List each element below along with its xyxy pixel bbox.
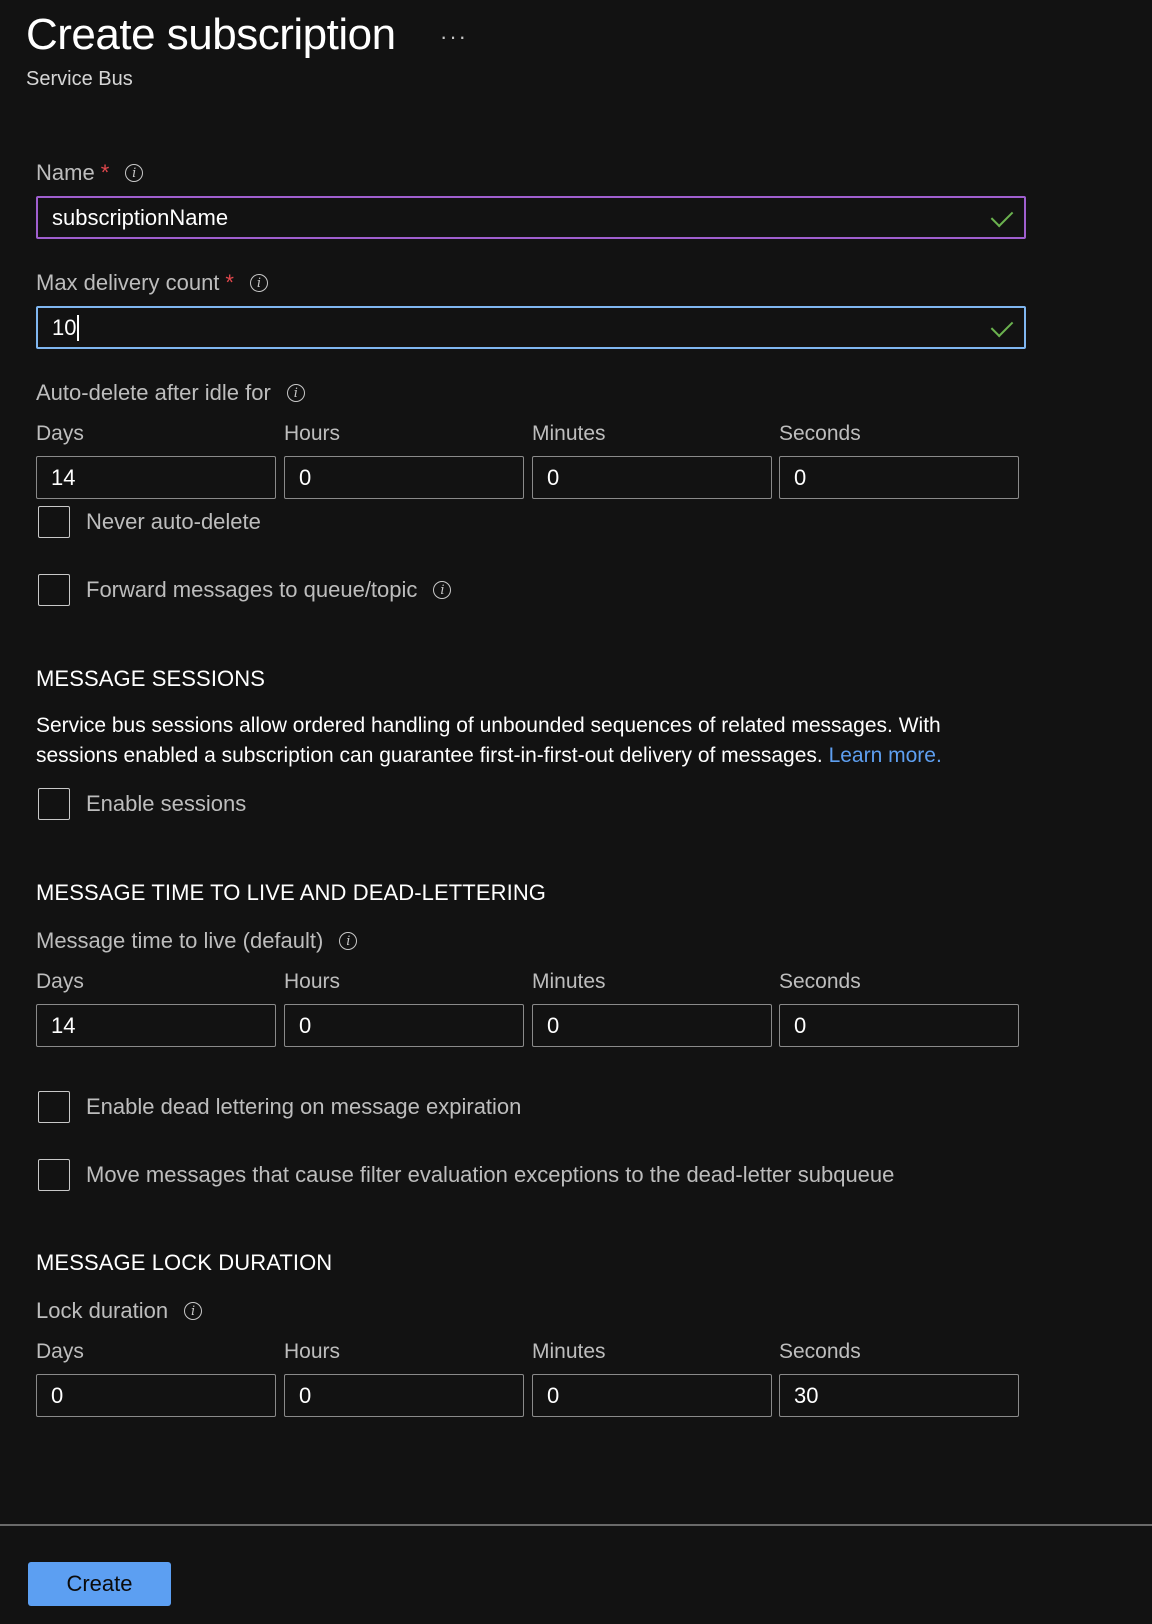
name-input-value: subscriptionName: [52, 204, 229, 230]
info-icon[interactable]: i: [249, 274, 268, 292]
lock-label-row: Lock duration i: [36, 1298, 203, 1324]
filter-exceptions-label: Move messages that cause filter evaluati…: [86, 1162, 895, 1187]
lock-days-label: Days: [36, 1340, 84, 1363]
ttl-seconds-input[interactable]: 0: [779, 1004, 1019, 1047]
lock-minutes-label: Minutes: [532, 1340, 606, 1363]
lock-hours-input[interactable]: 0: [284, 1374, 524, 1417]
auto-delete-hours-label: Hours: [284, 422, 341, 445]
name-label-row: Name * i: [36, 160, 144, 186]
lock-label: Lock duration: [36, 1298, 169, 1323]
required-asterisk: *: [225, 270, 234, 295]
ttl-label: Message time to live (default): [36, 928, 324, 953]
enable-sessions-row[interactable]: Enable sessions: [38, 788, 246, 820]
valid-check-icon: [990, 204, 1014, 228]
ttl-minutes-input[interactable]: 0: [532, 1004, 772, 1047]
name-input[interactable]: subscriptionName: [36, 196, 1026, 239]
required-asterisk: *: [100, 160, 110, 185]
forward-messages-label: Forward messages to queue/topic: [86, 577, 418, 602]
sessions-description-text: Service bus sessions allow ordered handl…: [36, 714, 941, 767]
enable-sessions-checkbox[interactable]: [38, 788, 70, 820]
enable-sessions-label: Enable sessions: [86, 791, 247, 816]
info-icon[interactable]: i: [433, 581, 452, 599]
page-subtitle: Service Bus: [26, 68, 133, 90]
dead-lettering-label: Enable dead lettering on message expirat…: [86, 1094, 522, 1119]
lock-minutes-input[interactable]: 0: [532, 1374, 772, 1417]
forward-messages-checkbox[interactable]: [38, 574, 70, 606]
text-cursor: [77, 314, 79, 341]
dead-lettering-row[interactable]: Enable dead lettering on message expirat…: [38, 1091, 521, 1123]
info-icon[interactable]: i: [286, 384, 305, 402]
auto-delete-seconds-input[interactable]: 0: [779, 456, 1019, 499]
page-title: Create subscription: [26, 10, 396, 59]
info-icon[interactable]: i: [339, 932, 358, 950]
sessions-description: Service bus sessions allow ordered handl…: [36, 711, 996, 771]
info-icon[interactable]: i: [184, 1302, 203, 1320]
max-delivery-input-value: 10: [52, 314, 77, 340]
info-icon[interactable]: i: [125, 164, 144, 182]
auto-delete-days-label: Days: [36, 422, 84, 445]
ttl-minutes-label: Minutes: [532, 970, 606, 993]
ttl-hours-input[interactable]: 0: [284, 1004, 524, 1047]
ttl-days-label: Days: [36, 970, 84, 993]
lock-duration-heading: MESSAGE LOCK DURATION: [36, 1250, 333, 1275]
auto-delete-label-row: Auto-delete after idle for i: [36, 380, 305, 406]
valid-check-icon: [990, 314, 1014, 338]
lock-seconds-label: Seconds: [779, 1340, 861, 1363]
max-delivery-label: Max delivery count: [36, 270, 220, 295]
ttl-heading: MESSAGE TIME TO LIVE AND DEAD-LETTERING: [36, 880, 547, 905]
lock-days-input[interactable]: 0: [36, 1374, 276, 1417]
lock-seconds-input[interactable]: 30: [779, 1374, 1019, 1417]
footer-divider: [0, 1524, 1152, 1526]
filter-exceptions-checkbox[interactable]: [38, 1159, 70, 1191]
learn-more-link[interactable]: Learn more.: [829, 744, 942, 767]
never-auto-delete-label: Never auto-delete: [86, 509, 261, 534]
auto-delete-minutes-input[interactable]: 0: [532, 456, 772, 499]
filter-exceptions-row[interactable]: Move messages that cause filter evaluati…: [38, 1159, 894, 1191]
forward-messages-row[interactable]: Forward messages to queue/topic i: [38, 574, 452, 606]
create-button[interactable]: Create: [28, 1562, 171, 1606]
message-sessions-heading: MESSAGE SESSIONS: [36, 666, 266, 691]
name-label: Name: [36, 160, 95, 185]
auto-delete-minutes-label: Minutes: [532, 422, 606, 445]
ttl-seconds-label: Seconds: [779, 970, 861, 993]
ttl-days-input[interactable]: 14: [36, 1004, 276, 1047]
dead-lettering-checkbox[interactable]: [38, 1091, 70, 1123]
max-delivery-label-row: Max delivery count * i: [36, 270, 268, 296]
ttl-hours-label: Hours: [284, 970, 341, 993]
auto-delete-days-input[interactable]: 14: [36, 456, 276, 499]
lock-hours-label: Hours: [284, 1340, 341, 1363]
never-auto-delete-row[interactable]: Never auto-delete: [38, 506, 261, 538]
ttl-label-row: Message time to live (default) i: [36, 928, 358, 954]
max-delivery-input[interactable]: 10: [36, 306, 1026, 349]
auto-delete-hours-input[interactable]: 0: [284, 456, 524, 499]
auto-delete-label: Auto-delete after idle for: [36, 380, 271, 405]
auto-delete-seconds-label: Seconds: [779, 422, 861, 445]
never-auto-delete-checkbox[interactable]: [38, 506, 70, 538]
more-options-button[interactable]: ···: [440, 24, 468, 50]
